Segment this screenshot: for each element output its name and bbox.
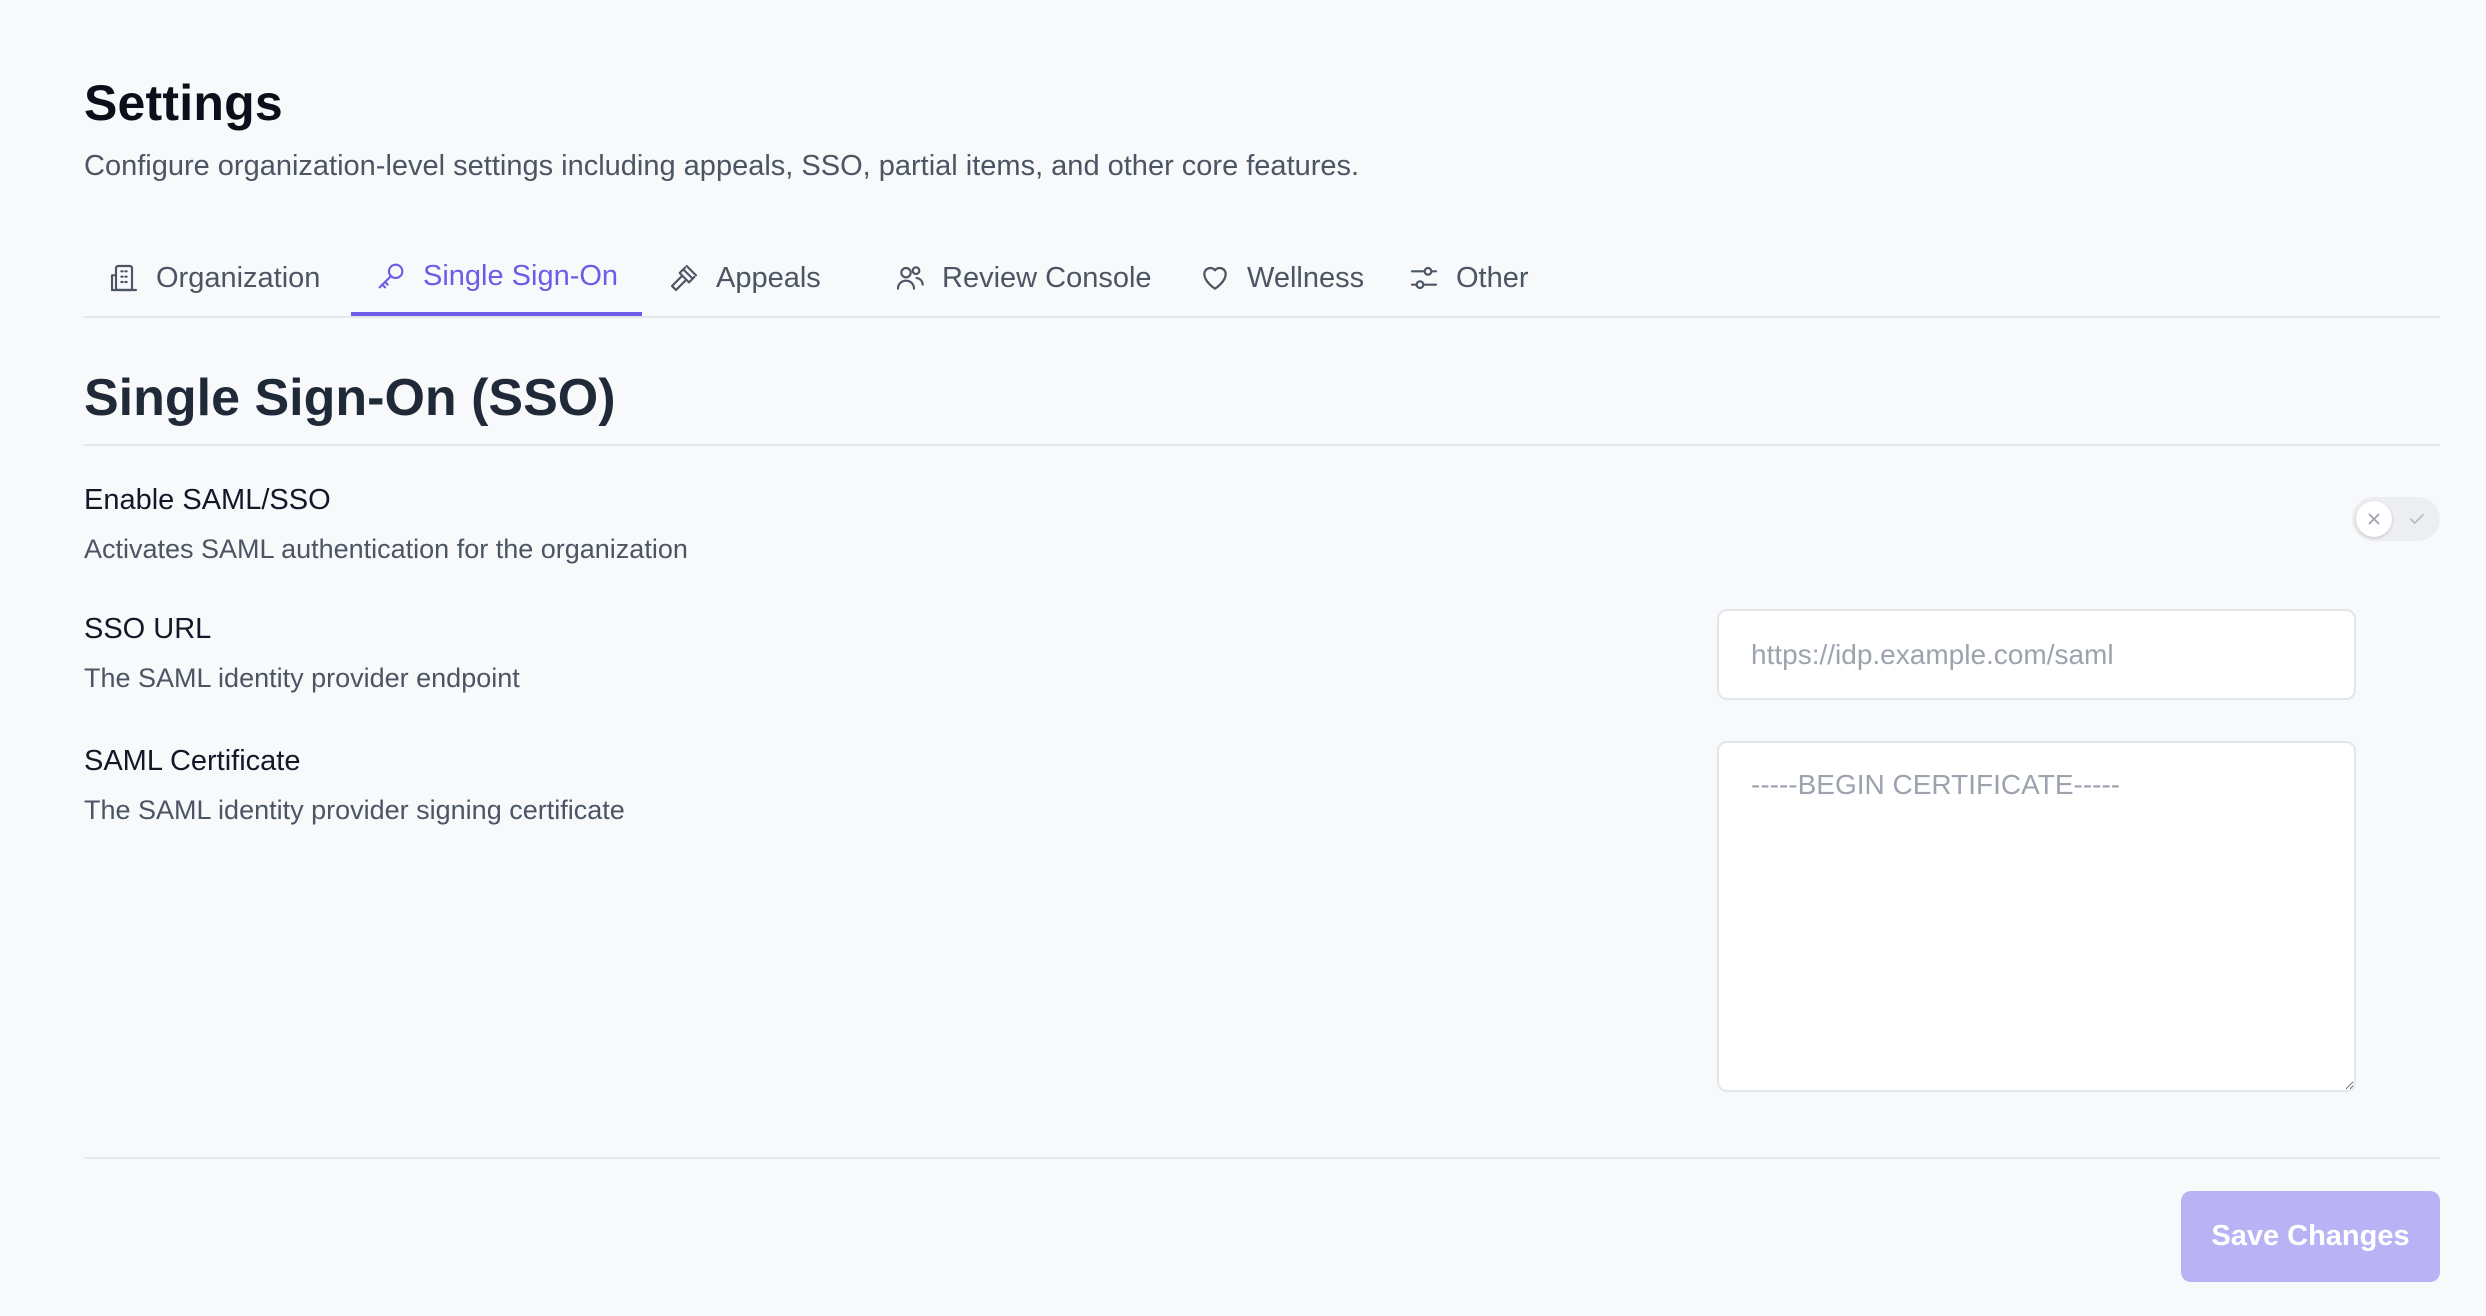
building-icon [110,264,138,292]
saml-certificate-label: SAML Certificate [84,745,301,777]
tab-label: Review Console [942,261,1152,294]
heart-icon [1203,266,1227,290]
tab-label: Organization [156,261,321,294]
footer-divider [84,1157,2440,1159]
saml-certificate-description: The SAML identity provider signing certi… [84,795,625,825]
section-divider [84,444,2440,446]
section-title: Single Sign-On (SSO) [84,369,616,427]
settings-tabs: Organization Single Sign-On Appeals Revi… [84,240,2440,318]
close-icon [2368,513,2380,525]
tab-label: Other [1456,261,1529,294]
tab-other[interactable]: Other [1384,240,1553,316]
sso-url-label: SSO URL [84,613,212,645]
key-icon [378,263,404,289]
sso-url-description: The SAML identity provider endpoint [84,663,520,693]
tab-label: Single Sign-On [423,259,619,292]
gavel-icon [670,264,698,292]
tab-appeals[interactable]: Appeals [644,240,845,316]
tab-label: Appeals [716,261,821,294]
check-icon [2410,513,2424,525]
save-changes-button[interactable]: Save Changes [2181,1191,2440,1282]
tab-label: Wellness [1247,261,1365,294]
tab-review-console[interactable]: Review Console [870,240,1176,316]
saml-certificate-textarea[interactable] [1717,741,2356,1092]
users-icon [896,266,924,290]
toggle-knob [2356,501,2392,537]
tab-single-sign-on[interactable]: Single Sign-On [351,240,643,316]
saml-toggle-label: Enable SAML/SSO [84,484,331,516]
saml-toggle-description: Activates SAML authentication for the or… [84,534,688,564]
saml-enable-toggle[interactable] [2352,497,2440,541]
tab-organization[interactable]: Organization [84,240,344,316]
sso-url-input[interactable] [1717,609,2356,700]
tab-wellness[interactable]: Wellness [1175,240,1388,316]
sliders-icon [1410,266,1438,290]
page-subtitle: Configure organization-level settings in… [84,150,1360,182]
page-title: Settings [84,75,283,131]
